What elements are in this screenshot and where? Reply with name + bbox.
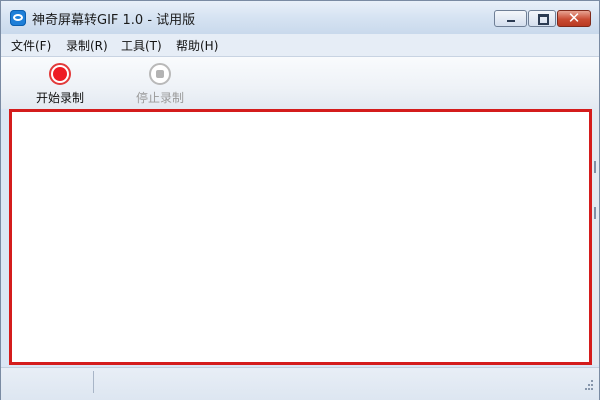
status-pane-secondary: [95, 371, 575, 393]
menu-tools[interactable]: 工具(T): [119, 37, 164, 54]
capture-region[interactable]: [9, 109, 592, 365]
minimize-icon: [507, 20, 515, 22]
stop-icon: [149, 63, 171, 85]
toolbar: 开始录制 停止录制: [1, 57, 599, 109]
menu-help[interactable]: 帮助(H): [174, 37, 220, 54]
app-window: 神奇屏幕转GIF 1.0 - 试用版 ✕ 文件(F) 录制(R) 工具(T) 帮…: [0, 0, 600, 400]
resize-edge[interactable]: [592, 109, 599, 365]
menu-bar: 文件(F) 录制(R) 工具(T) 帮助(H): [1, 34, 599, 57]
close-icon: ✕: [567, 9, 581, 27]
resize-grip-icon[interactable]: [585, 380, 595, 394]
maximize-button[interactable]: [528, 10, 556, 27]
stop-recording-button[interactable]: 停止录制: [125, 62, 195, 106]
menu-file[interactable]: 文件(F): [9, 37, 53, 54]
status-pane-primary: [1, 371, 94, 393]
edge-tick: [594, 161, 596, 173]
menu-record[interactable]: 录制(R): [64, 37, 110, 54]
title-bar[interactable]: 神奇屏幕转GIF 1.0 - 试用版 ✕: [1, 1, 599, 34]
stop-recording-label: 停止录制: [135, 91, 184, 105]
app-logo-icon[interactable]: [10, 10, 26, 26]
window-title: 神奇屏幕转GIF 1.0 - 试用版: [32, 13, 196, 28]
maximize-icon: [538, 14, 549, 25]
start-recording-label: 开始录制: [35, 91, 84, 105]
start-recording-button[interactable]: 开始录制: [25, 62, 95, 106]
minimize-button[interactable]: [494, 10, 527, 27]
edge-tick: [594, 207, 596, 219]
close-button[interactable]: ✕: [557, 9, 591, 27]
record-icon: [49, 63, 71, 85]
status-bar: [1, 367, 599, 400]
